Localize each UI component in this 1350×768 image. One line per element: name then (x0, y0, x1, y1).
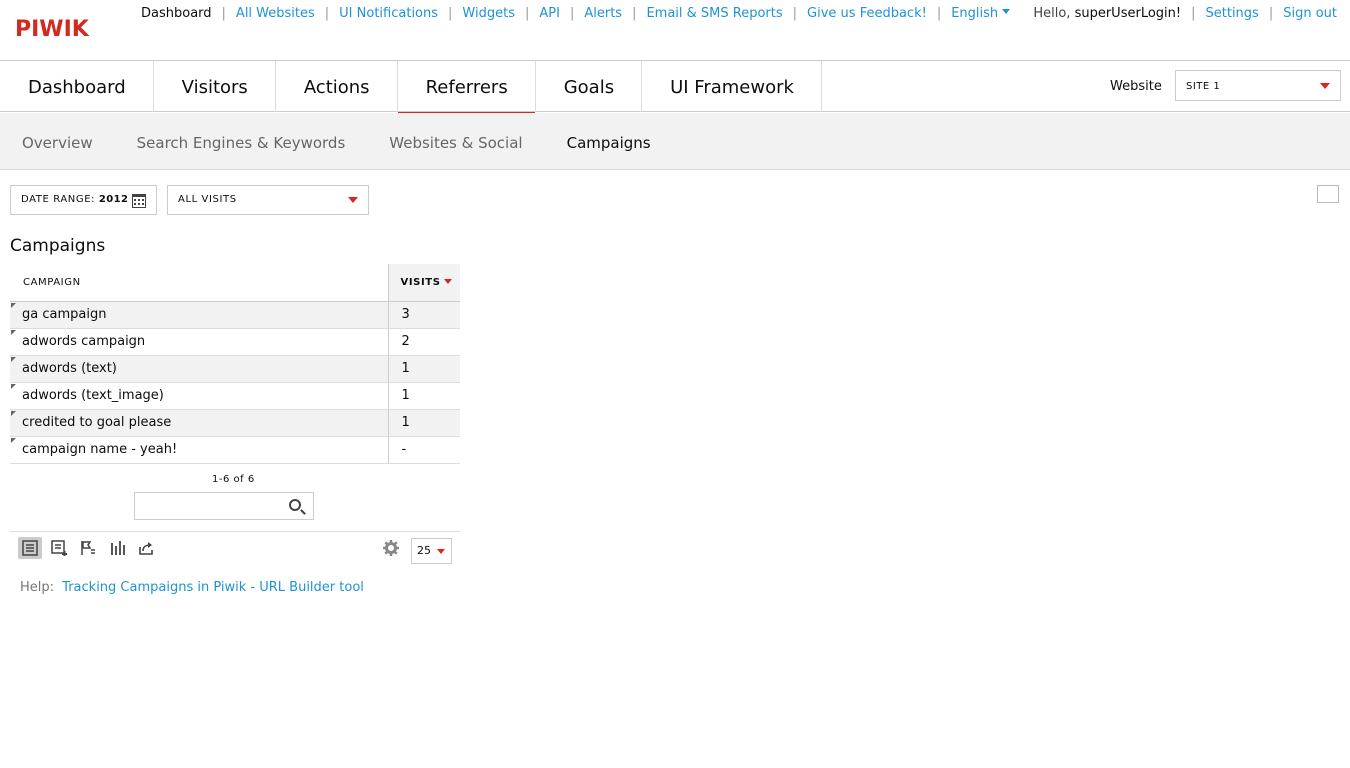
tab-ui-framework[interactable]: UI Framework (642, 61, 822, 112)
table-row[interactable]: ga campaign 3 (10, 301, 460, 329)
report-title: Campaigns (10, 236, 106, 256)
subtab-search-engines-keywords[interactable]: Search Engines & Keywords (115, 113, 368, 169)
topnav-ui-notifications[interactable]: UI Notifications (339, 6, 438, 22)
column-header-campaign[interactable]: CAMPAIGN (10, 264, 388, 302)
goals-table-icon[interactable] (76, 537, 100, 559)
main-menu: Dashboard Visitors Actions Referrers Goa… (0, 60, 1350, 116)
sub-menu: Overview Search Engines & Keywords Websi… (0, 113, 1350, 170)
table-row[interactable]: adwords (text_image) 1 (10, 382, 460, 410)
row-label[interactable]: ga campaign (10, 301, 388, 329)
topnav-alerts[interactable]: Alerts (584, 6, 622, 22)
topnav-dashboard[interactable]: Dashboard (141, 6, 212, 22)
help-section: Help: Tracking Campaigns in Piwik - URL … (20, 580, 364, 595)
divider (10, 531, 460, 532)
topnav-api[interactable]: API (539, 6, 560, 22)
topnav-email-sms-reports[interactable]: Email & SMS Reports (646, 6, 782, 22)
topnav-widgets[interactable]: Widgets (462, 6, 515, 22)
topnav-feedback[interactable]: Give us Feedback! (807, 6, 927, 22)
greeting: Hello, (1033, 6, 1071, 21)
tab-dashboard[interactable]: Dashboard (0, 61, 154, 112)
column-header-visits[interactable]: VISITS (387, 264, 460, 302)
table-search[interactable] (134, 492, 314, 520)
dashboard-toggle[interactable] (1317, 185, 1339, 203)
language-label: English (951, 6, 999, 21)
segment-value: ALL VISITS (178, 194, 237, 205)
signout-link[interactable]: Sign out (1283, 6, 1337, 22)
website-label: Website (1110, 79, 1162, 94)
pagination-info: 1-6 of 6 (212, 474, 255, 485)
tab-referrers[interactable]: Referrers (397, 61, 536, 116)
table-row[interactable]: campaign name - yeah! - (10, 436, 460, 464)
row-label[interactable]: adwords campaign (10, 328, 388, 356)
caret-down-icon (348, 197, 358, 203)
piwik-logo[interactable]: PIWIK (15, 19, 89, 41)
site-selector-value: SITE 1 (1186, 81, 1221, 92)
visualization-switcher (18, 537, 163, 559)
export-icon[interactable] (134, 537, 158, 559)
row-limit-selector[interactable]: 25 (411, 538, 452, 564)
row-label[interactable]: adwords (text_image) (10, 382, 388, 410)
caret-down-icon (437, 549, 445, 554)
row-visits: 2 (387, 328, 460, 356)
help-link[interactable]: Tracking Campaigns in Piwik - URL Builde… (62, 580, 364, 595)
table-icon[interactable] (18, 537, 42, 559)
table-row[interactable]: adwords (text) 1 (10, 355, 460, 383)
table-row[interactable]: adwords campaign 2 (10, 328, 460, 356)
user-nav: Hello, superUserLogin! | Settings | Sign… (1033, 6, 1337, 22)
row-label[interactable]: credited to goal please (10, 409, 388, 437)
date-range-label: DATE RANGE: (21, 194, 96, 205)
language-selector[interactable]: English (951, 6, 1011, 22)
subtab-overview[interactable]: Overview (0, 113, 115, 169)
settings-link[interactable]: Settings (1206, 6, 1259, 22)
date-range-selector[interactable]: DATE RANGE: 2012 (10, 185, 157, 215)
row-limit-value: 25 (417, 544, 431, 557)
calendar-icon (132, 194, 146, 208)
row-label[interactable]: campaign name - yeah! (10, 436, 388, 464)
row-visits: 1 (387, 409, 460, 437)
tab-actions[interactable]: Actions (276, 61, 398, 112)
segment-selector[interactable]: ALL VISITS (167, 185, 369, 215)
subtab-campaigns[interactable]: Campaigns (545, 113, 673, 169)
help-label: Help: (20, 580, 55, 595)
bar-chart-icon[interactable] (105, 537, 129, 559)
row-label[interactable]: adwords (text) (10, 355, 388, 383)
username: superUserLogin! (1074, 6, 1182, 21)
date-range-value: 2012 (98, 194, 129, 205)
caret-down-icon (1002, 9, 1011, 14)
row-visits: 1 (387, 355, 460, 383)
campaigns-table: CAMPAIGN VISITS ga campaign 3 adwords ca… (10, 264, 460, 464)
row-visits: - (387, 436, 460, 464)
site-selector[interactable]: SITE 1 (1175, 70, 1341, 101)
search-icon[interactable] (289, 499, 301, 511)
sort-desc-icon (443, 278, 452, 284)
tab-goals[interactable]: Goals (536, 61, 643, 112)
topnav-all-websites[interactable]: All Websites (236, 6, 315, 22)
column-header-visits-label: VISITS (400, 276, 441, 288)
row-visits: 3 (387, 301, 460, 329)
subtab-websites-social[interactable]: Websites & Social (367, 113, 544, 169)
row-visits: 1 (387, 382, 460, 410)
top-nav: Dashboard | All Websites | UI Notificati… (141, 6, 1011, 22)
tab-visitors[interactable]: Visitors (154, 61, 276, 112)
table-more-icon[interactable] (47, 537, 71, 559)
gear-icon[interactable] (382, 539, 400, 557)
caret-down-icon (1320, 83, 1330, 89)
table-row[interactable]: credited to goal please 1 (10, 409, 460, 437)
